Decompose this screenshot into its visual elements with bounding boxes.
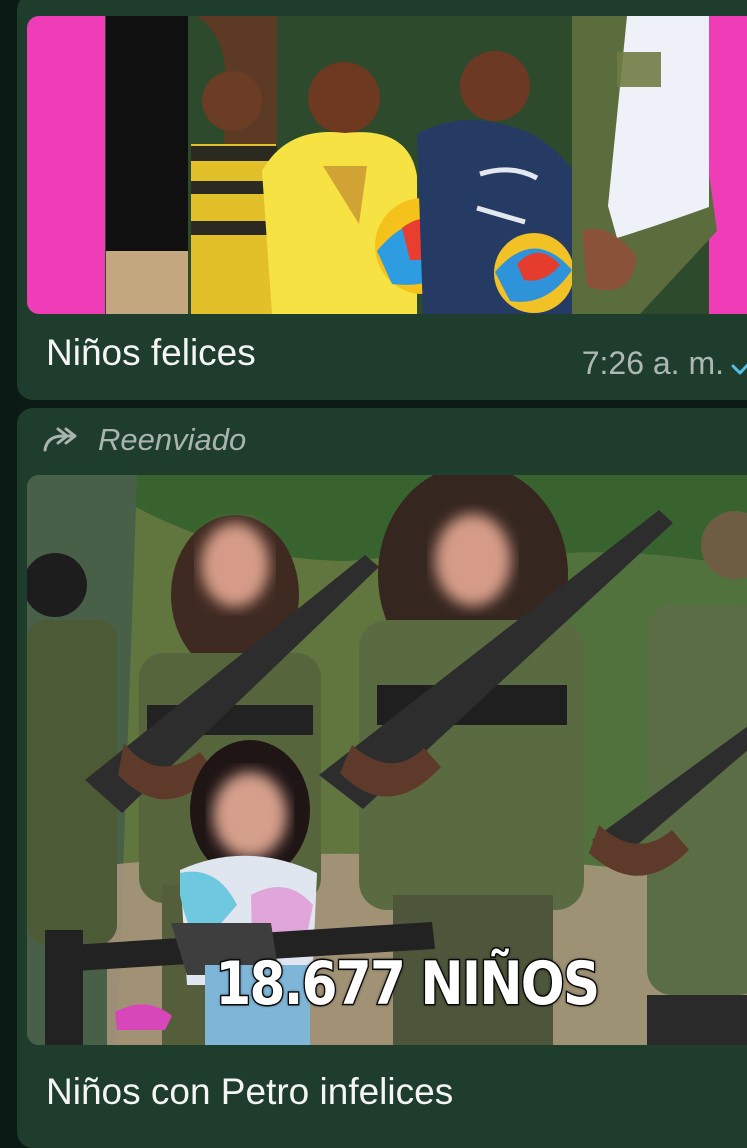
children-with-footballs-photo[interactable]	[27, 16, 747, 314]
forwarded-text: Reenviado	[98, 422, 247, 457]
message-caption: Niños con Petro infelices	[46, 1071, 454, 1112]
message-time: 7:26 a. m.	[581, 345, 724, 381]
armed-children-photo[interactable]: 18.677 NIÑOS	[27, 475, 747, 1045]
forwarded-label: Reenviado	[43, 422, 246, 458]
message-meta: 7:26 a. m.	[582, 345, 747, 382]
image-overlay-text: 18.677 NIÑOS	[214, 948, 601, 1021]
forward-arrow-icon	[43, 427, 77, 452]
message-bubble-happy-children[interactable]: Niños felices 7:26 a. m.	[17, 0, 747, 400]
message-bubble-forwarded[interactable]: Reenviado 18.677 NIÑOS Niños con Petro i…	[17, 408, 747, 1148]
single-check-icon	[731, 362, 747, 374]
chat-margin	[0, 0, 17, 1129]
message-caption: Niños felices	[46, 332, 256, 373]
